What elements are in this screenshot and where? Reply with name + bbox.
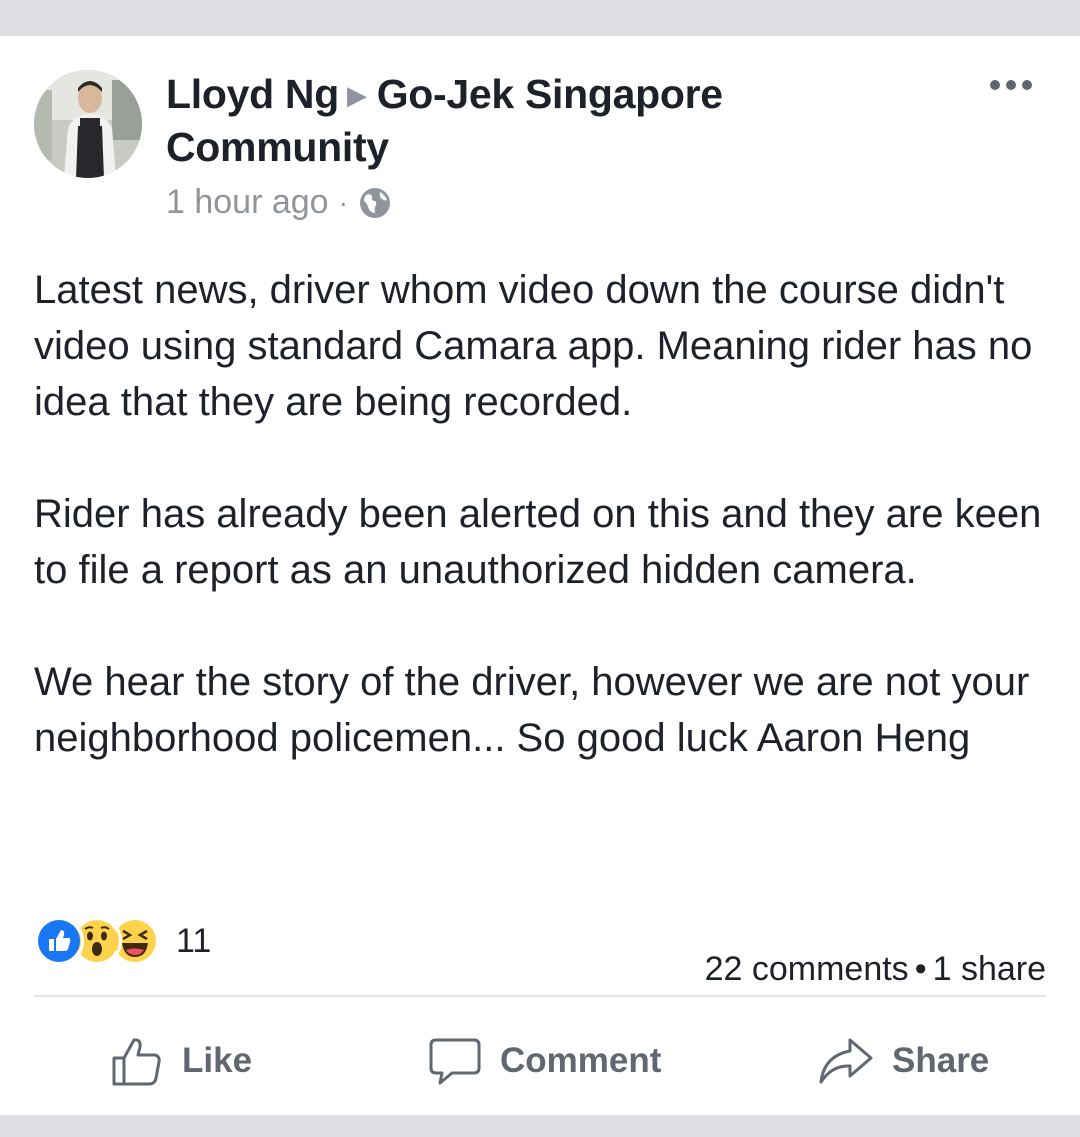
meta-separator: · (338, 186, 348, 218)
shares-count[interactable]: 1 share (933, 950, 1046, 988)
dot (990, 80, 1000, 90)
right-triangle-icon: ▶ (346, 80, 367, 110)
author-name[interactable]: Lloyd Ng (166, 71, 339, 117)
reaction-count: 11 (176, 921, 212, 960)
author-avatar[interactable] (34, 70, 142, 178)
dot (1006, 80, 1016, 90)
avatar-photo (34, 70, 142, 178)
post-paragraph: Latest news, driver whom video down the … (34, 268, 1033, 424)
reactions-summary[interactable]: 11 (34, 916, 211, 966)
globe-icon (359, 187, 390, 218)
post-header: Lloyd Ng ▶ Go-Jek Singapore Community 1 ho… (166, 68, 926, 222)
comment-label: Comment (500, 1041, 662, 1080)
engagement-stats: 22 comments • 1 share (705, 950, 1046, 989)
post-actors: Lloyd Ng ▶ Go-Jek Singapore Community (166, 68, 926, 173)
like-label: Like (182, 1041, 253, 1080)
more-options-icon[interactable] (990, 80, 1032, 90)
like-button[interactable]: Like (110, 1026, 252, 1096)
post-paragraph: We hear the story of the driver, however… (34, 660, 1030, 760)
post-body: Latest news, driver whom video down the … (34, 262, 1054, 766)
post-timestamp[interactable]: 1 hour ago (166, 183, 329, 222)
share-label: Share (892, 1041, 990, 1080)
divider (34, 995, 1046, 997)
share-arrow-icon (819, 1038, 873, 1084)
post-card: Lloyd Ng ▶ Go-Jek Singapore Community 1 ho… (0, 36, 1080, 1115)
comments-count[interactable]: 22 comments (705, 950, 909, 988)
comment-icon (429, 1038, 481, 1085)
like-reaction-icon (34, 916, 84, 966)
comment-button[interactable]: Comment (428, 1026, 661, 1096)
stats-separator: • (914, 950, 927, 988)
thumbs-up-icon (112, 1038, 161, 1086)
share-button[interactable]: Share (818, 1026, 989, 1096)
dot (1022, 80, 1032, 90)
post-meta: 1 hour ago · (166, 183, 926, 222)
post-paragraph: Rider has already been alerted on this a… (34, 492, 1042, 592)
